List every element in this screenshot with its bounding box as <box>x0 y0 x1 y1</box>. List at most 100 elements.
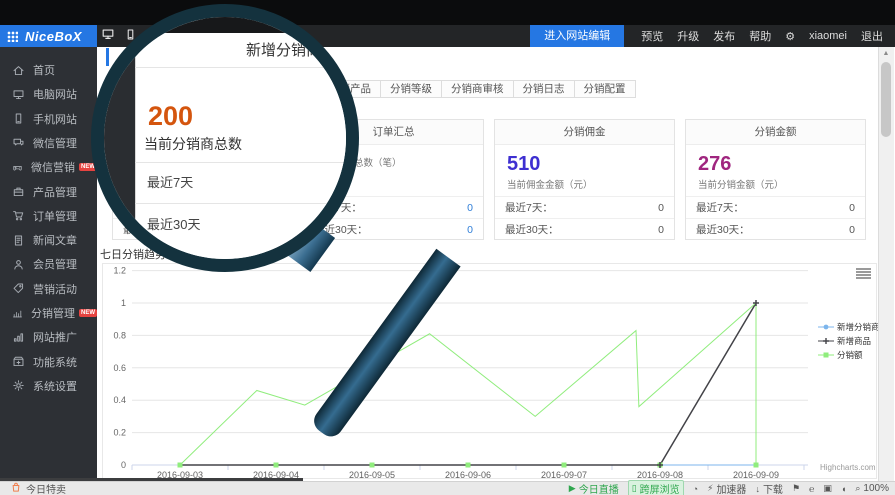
scrollbar-up-arrow[interactable]: ▲ <box>878 47 894 60</box>
tab-2[interactable]: 分销商审核 <box>441 80 514 98</box>
speedup-icon: ⚡ <box>707 483 713 494</box>
legend-marker <box>818 351 834 359</box>
tab-underline <box>586 97 612 98</box>
sidebar-item-site-promotion[interactable]: 网站推广 <box>0 325 97 349</box>
today-sale-item[interactable]: 今日特卖 <box>10 481 66 495</box>
preview-button[interactable]: 预览 <box>634 28 670 44</box>
desktop-site-icon <box>12 88 25 101</box>
legend-marker <box>818 323 834 331</box>
logo[interactable]: NiceBoX <box>0 25 97 47</box>
grid-icon <box>7 31 18 42</box>
status-browser[interactable]: ℮ <box>809 484 814 494</box>
sidebar-item-order-manage[interactable]: 订单管理 <box>0 204 97 228</box>
status-play[interactable]: ▶今日直播 <box>569 481 619 495</box>
marketing-activity-icon <box>12 282 25 295</box>
sidebar-item-function-system[interactable]: 功能系统 <box>0 350 97 374</box>
sidebar-item-marketing-activity[interactable]: 营销活动 <box>0 277 97 301</box>
today-sale-label: 今日特卖 <box>26 481 66 495</box>
magnified-card-sublabel: 当前分销商总数 <box>144 134 242 154</box>
scrollbar-thumb[interactable] <box>881 62 891 137</box>
sidebar-item-home[interactable]: 首页 <box>0 58 97 82</box>
sidebar-item-wechat-marketing[interactable]: 微信营销NEW <box>0 155 97 179</box>
divider <box>135 203 351 204</box>
magnified-row-30days: 最近30天 <box>147 214 200 233</box>
chart-menu-icon[interactable] <box>856 268 871 279</box>
sidebar-item-product-manage[interactable]: 产品管理 <box>0 180 97 204</box>
magnified-row-7days: 最近7天 <box>147 172 193 191</box>
new-badge: NEW <box>79 309 97 317</box>
zoom-level: ⌕ <box>855 483 860 494</box>
function-system-icon <box>12 355 25 368</box>
sidebar-item-member-manage[interactable]: 会员管理 <box>0 252 97 276</box>
magnified-sidebar <box>104 33 135 263</box>
legend-item-1[interactable]: 新增商品 <box>818 335 880 347</box>
gauge-icon: ◔ <box>693 484 698 494</box>
card-sublabel: 当前分销金额（元） <box>698 177 865 191</box>
svg-text:0: 0 <box>121 460 126 470</box>
status-phone[interactable]: ▯跨屏浏览 <box>628 480 684 495</box>
sidebar-item-distribution-manage[interactable]: 分销管理NEW <box>0 301 97 325</box>
window-icon: ▣ <box>823 483 832 494</box>
card-row: 最近7天：0 <box>686 196 865 218</box>
status-download[interactable]: ↓下载 <box>755 481 783 495</box>
sidebar-item-system-settings[interactable]: 系统设置 <box>0 374 97 398</box>
svg-text:0.6: 0.6 <box>113 363 126 373</box>
sidebar-item-mobile-site[interactable]: 手机网站 <box>0 107 97 131</box>
card-value: 510 <box>507 153 674 175</box>
tab-1[interactable]: 分销等级 <box>380 80 442 98</box>
svg-text:0.4: 0.4 <box>113 395 126 405</box>
distribution-tabs: 分销产品分销等级分销商审核分销日志分销配置 <box>320 80 636 98</box>
app-window: NiceBoX 进入网站编辑 预览 升级 发布 帮助 ⚙ xiaomei 退出 … <box>0 0 895 495</box>
chart-legend: 新增分销商新增商品分销额 <box>818 321 880 361</box>
status-zoom-level[interactable]: ⌕100% <box>855 483 889 494</box>
order-manage-icon <box>12 209 25 222</box>
card-sublabel: 当前佣金金额（元） <box>507 177 674 191</box>
svg-text:1: 1 <box>121 298 126 308</box>
sidebar: 首页电脑网站手机网站微信管理微信营销NEW产品管理订单管理新闻文章会员管理营销活… <box>0 47 97 481</box>
status-speaker[interactable]: ◖ <box>841 484 846 494</box>
wechat-marketing-icon <box>12 161 23 174</box>
card-value: 276 <box>698 153 865 175</box>
magnifier-glass: 新增分销商 200 当前分销商总数 最近7天 最近30天 <box>91 4 359 272</box>
status-gauge[interactable]: ◔ <box>693 484 698 494</box>
upgrade-button[interactable]: 升级 <box>670 28 706 44</box>
magnified-card-value: 200 <box>148 101 193 132</box>
svg-text:2016-09-07: 2016-09-07 <box>541 470 587 479</box>
svg-text:2016-09-08: 2016-09-08 <box>637 470 683 479</box>
card-row: 最近30天：0 <box>686 218 865 240</box>
legend-item-2[interactable]: 分销额 <box>818 349 880 361</box>
wechat-manage-icon <box>12 136 25 149</box>
help-button[interactable]: 帮助 <box>742 28 778 44</box>
tab-3[interactable]: 分销日志 <box>513 80 575 98</box>
svg-text:1.2: 1.2 <box>113 266 126 276</box>
username[interactable]: xiaomei <box>802 30 854 42</box>
magnified-card-title: 新增分销商 <box>216 39 351 60</box>
logo-text: NiceBoX <box>25 29 82 44</box>
stat-card-2: 分销佣金510当前佣金金额（元）最近7天：0最近30天：0 <box>494 119 675 240</box>
site-promotion-icon <box>12 331 25 344</box>
bag-icon <box>10 481 22 495</box>
gear-icon[interactable]: ⚙ <box>778 30 802 43</box>
status-flag[interactable]: ⚑ <box>792 483 800 494</box>
download-icon: ↓ <box>755 484 760 494</box>
legend-item-0[interactable]: 新增分销商 <box>818 321 880 333</box>
publish-button[interactable]: 发布 <box>706 28 742 44</box>
highcharts-credit[interactable]: Highcharts.com <box>820 463 876 472</box>
status-window[interactable]: ▣ <box>823 483 832 494</box>
topbar-menu: 进入网站编辑 预览 升级 发布 帮助 ⚙ xiaomei 退出 <box>530 25 890 47</box>
news-article-icon <box>12 234 25 247</box>
logout-button[interactable]: 退出 <box>854 28 890 44</box>
sidebar-item-wechat-manage[interactable]: 微信管理 <box>0 131 97 155</box>
divider <box>135 162 351 163</box>
phone-icon: ▯ <box>632 483 637 494</box>
mobile-site-icon <box>12 112 25 125</box>
tab-4[interactable]: 分销配置 <box>574 80 636 98</box>
stat-card-3: 分销金额276当前分销金额（元）最近7天：0最近30天：0 <box>685 119 866 240</box>
status-speedup[interactable]: ⚡加速器 <box>707 481 746 495</box>
member-manage-icon <box>12 258 25 271</box>
bag-icon <box>10 481 22 493</box>
enter-site-edit-button[interactable]: 进入网站编辑 <box>530 25 624 47</box>
sidebar-item-desktop-site[interactable]: 电脑网站 <box>0 82 97 106</box>
sidebar-item-news-article[interactable]: 新闻文章 <box>0 228 97 252</box>
product-manage-icon <box>12 185 25 198</box>
